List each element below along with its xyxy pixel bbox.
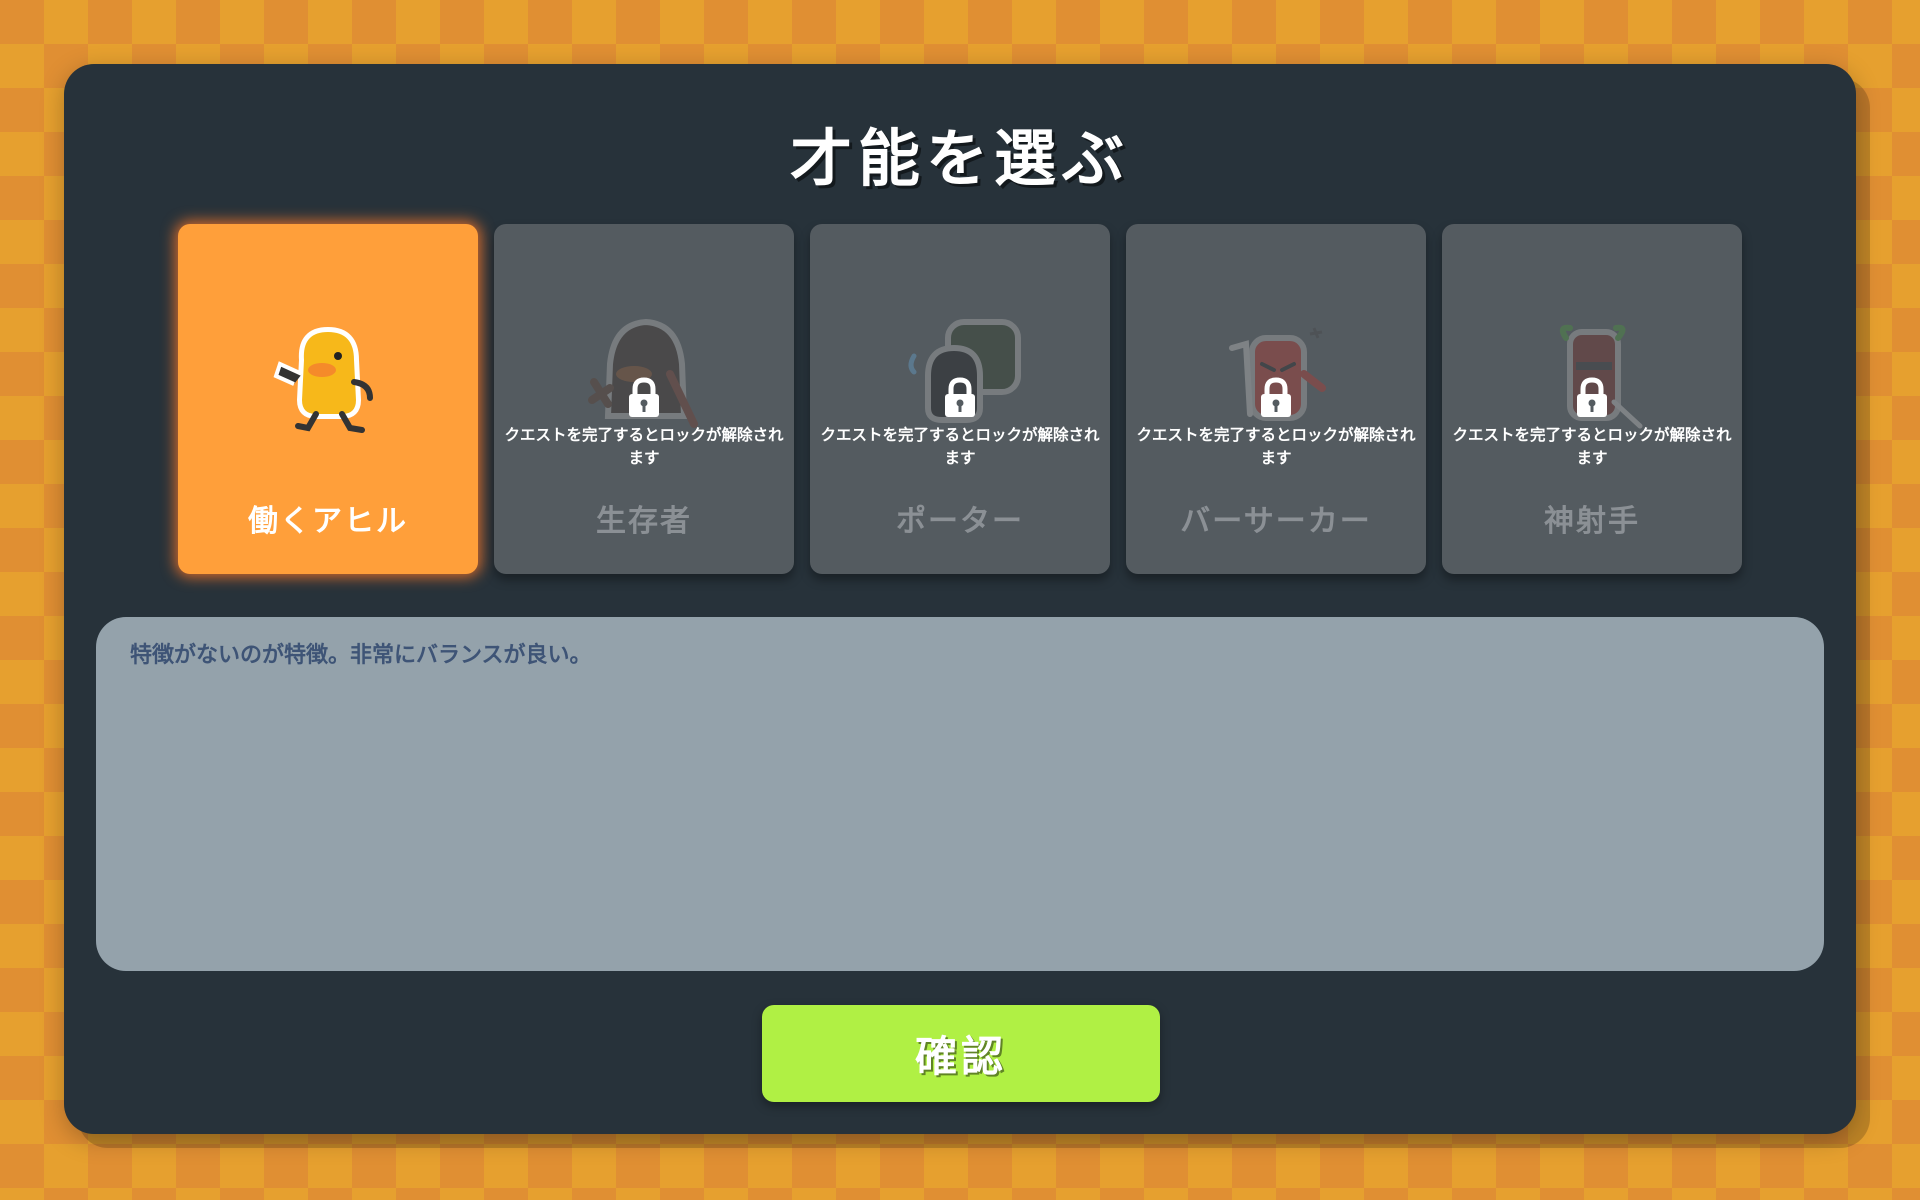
- talent-card-berserker[interactable]: クエストを完了するとロックが解除されます バーサーカー: [1126, 224, 1426, 574]
- lock-icon: [945, 377, 975, 417]
- marksman-icon: [1559, 324, 1643, 429]
- talent-description-box: 特徴がないのが特徴。非常にバランスが良い。: [96, 617, 1824, 971]
- porter-icon: [908, 319, 1021, 423]
- page-title: 才能を選ぶ: [789, 122, 1130, 195]
- unlock-hint-text: クエストを完了するとロックが解除されます: [1136, 426, 1416, 467]
- confirm-button[interactable]: 確認: [762, 1005, 1160, 1102]
- berserker-icon: [1229, 327, 1326, 421]
- survivor-icon: [588, 318, 698, 428]
- talent-card-name: 生存者: [596, 504, 692, 539]
- talent-description-text: 特徴がないのが特徴。非常にバランスが良い。: [130, 643, 592, 668]
- talent-select-panel: 才能を選ぶ 働くアヒル クエストを完了するとロックが解除されます 生存者 クエス…: [64, 64, 1856, 1134]
- talent-card-name: 神射手: [1544, 504, 1640, 539]
- lock-icon: [1261, 377, 1291, 417]
- talent-card-porter[interactable]: クエストを完了するとロックが解除されます ポーター: [810, 224, 1110, 574]
- duck-icon: [273, 327, 373, 433]
- unlock-hint-text: クエストを完了するとロックが解除されます: [504, 426, 784, 467]
- talent-card-name: 働くアヒル: [248, 504, 408, 539]
- talent-card-survivor[interactable]: クエストを完了するとロックが解除されます 生存者: [494, 224, 794, 574]
- talent-card-name: ポーター: [896, 504, 1024, 539]
- unlock-hint-text: クエストを完了するとロックが解除されます: [1452, 426, 1732, 467]
- talent-card-list: 働くアヒル クエストを完了するとロックが解除されます 生存者 クエストを完了する…: [178, 224, 1742, 574]
- talent-card-working-duck[interactable]: 働くアヒル: [178, 224, 478, 574]
- talent-card-marksman[interactable]: クエストを完了するとロックが解除されます 神射手: [1442, 224, 1742, 574]
- lock-icon: [1577, 377, 1607, 417]
- lock-icon: [629, 377, 659, 417]
- talent-card-name: バーサーカー: [1180, 504, 1372, 539]
- unlock-hint-text: クエストを完了するとロックが解除されます: [820, 426, 1100, 467]
